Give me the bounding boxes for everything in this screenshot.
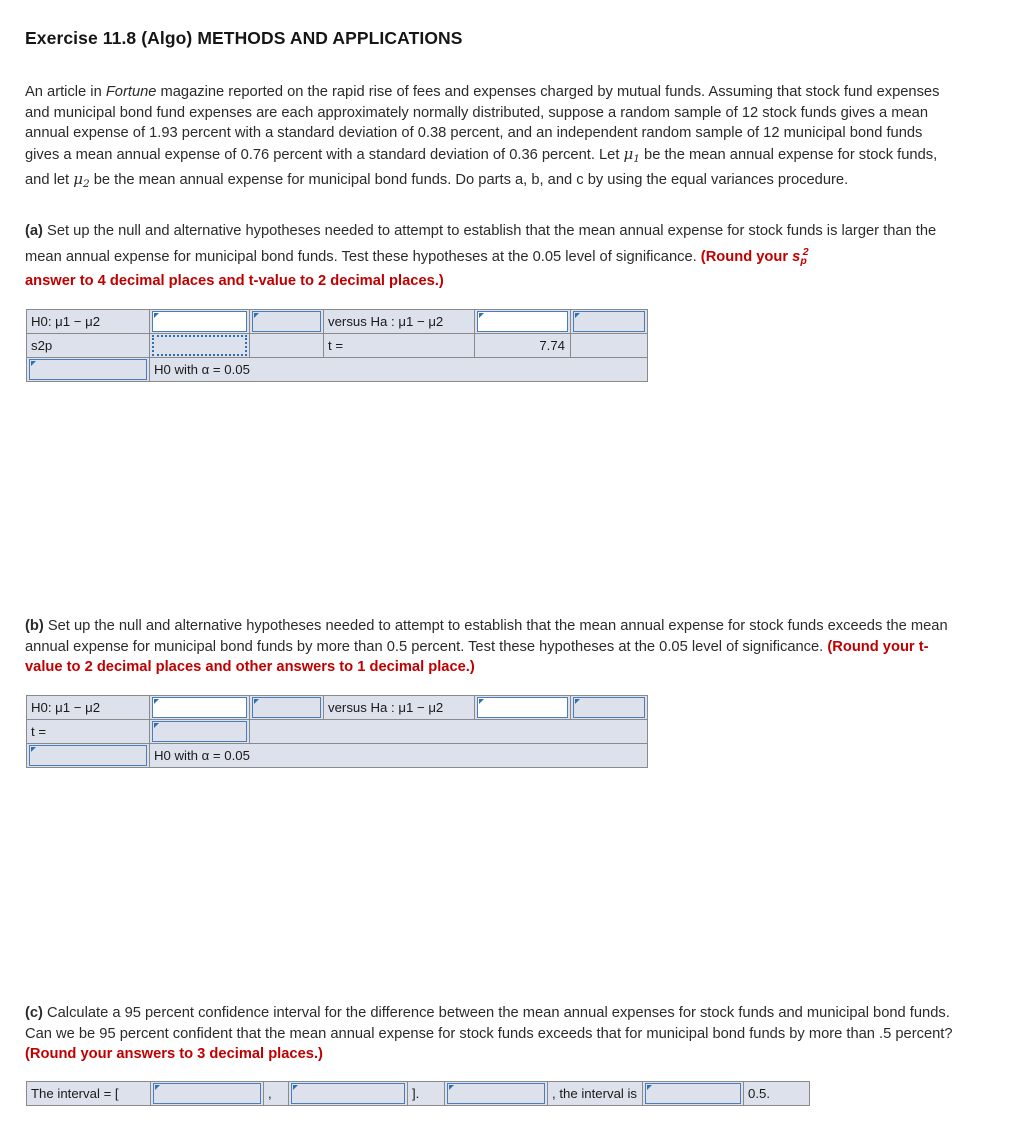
part-a-s2p-label: s2p — [26, 333, 150, 358]
flag-marker-icon — [31, 747, 36, 752]
flag-marker-icon — [154, 313, 159, 318]
table-row: The interval = [ , ]. , the interval is … — [26, 1081, 810, 1106]
part-b-ha-operator-input[interactable] — [477, 697, 568, 718]
part-a-round-note-close: answer to 4 decimal places and t-value t… — [25, 272, 444, 289]
table-row: H0 with α = 0.05 — [26, 357, 648, 382]
part-b-label: (b) — [25, 618, 44, 634]
s-p-squared-symbol: sp2 — [792, 245, 809, 267]
part-a-ha-operator-input[interactable] — [477, 311, 568, 332]
flag-marker-icon — [31, 361, 36, 366]
part-a-h0-value-select[interactable] — [252, 311, 321, 332]
part-a-ha-operator-cell — [474, 309, 571, 334]
flag-marker-icon — [647, 1085, 652, 1090]
part-c-round-note: (Round your answers to 3 decimal places.… — [25, 1046, 323, 1062]
part-b-t-input-cell — [149, 719, 250, 744]
part-c-confidence-select[interactable] — [447, 1083, 545, 1104]
part-b-ha-value-cell — [570, 695, 648, 720]
part-b-decision-cell — [26, 743, 150, 768]
intro-paragraph: An article in Fortune magazine reported … — [25, 82, 960, 194]
part-c-lower-bound-input[interactable] — [153, 1083, 261, 1104]
part-c-comparison-select[interactable] — [645, 1083, 741, 1104]
part-b-answer-table: H0: μ1 − μ2 versus Ha : μ1 − μ2 t = H0 w… — [26, 695, 648, 768]
part-b-h0-operator-input[interactable] — [152, 697, 247, 718]
intro-magazine-name: Fortune — [105, 84, 157, 100]
flag-marker-icon — [449, 1085, 454, 1090]
part-c-label: (c) — [25, 1005, 43, 1021]
mu-one-symbol: μ — [623, 144, 634, 163]
part-a-row2-trailing — [570, 333, 648, 358]
part-b-alpha-label: H0 with α = 0.05 — [149, 743, 648, 768]
table-row: s2p t = 7.74 — [26, 333, 648, 358]
part-b-text: Set up the null and alternative hypothes… — [25, 618, 948, 655]
part-a-s2p-input[interactable] — [152, 335, 247, 356]
part-a-t-value: 7.74 — [474, 333, 571, 358]
flag-marker-icon — [479, 699, 484, 704]
part-b-h0-operator-cell — [149, 695, 250, 720]
part-c-upper-bound-cell — [288, 1081, 408, 1106]
flag-marker-icon — [575, 699, 580, 704]
part-c-comparison-cell — [642, 1081, 744, 1106]
flag-marker-icon — [575, 313, 580, 318]
part-b-prompt: (b) Set up the null and alternative hypo… — [25, 616, 960, 678]
part-c-middle-label: , the interval is — [547, 1081, 643, 1106]
part-c-lower-bound-cell — [150, 1081, 264, 1106]
part-a-ha-label: versus Ha : μ1 − μ2 — [323, 309, 475, 334]
part-c-upper-bound-input[interactable] — [291, 1083, 405, 1104]
flag-marker-icon — [155, 1085, 160, 1090]
part-a-prompt: (a) Set up the null and alternative hypo… — [25, 221, 960, 291]
part-a-answer-table: H0: μ1 − μ2 versus Ha : μ1 − μ2 s2p t = … — [26, 309, 648, 382]
flag-marker-icon — [254, 699, 259, 704]
flag-marker-icon — [154, 723, 159, 728]
part-a-round-note-open: (Round your — [700, 248, 793, 265]
table-row: t = — [26, 719, 648, 744]
flag-marker-icon — [154, 699, 159, 704]
part-a-h0-value-cell — [249, 309, 324, 334]
part-b-h0-value-cell — [249, 695, 324, 720]
exercise-page: Exercise 11.8 (Algo) METHODS AND APPLICA… — [0, 0, 1022, 1126]
flag-marker-icon — [479, 313, 484, 318]
part-a-s2p-input-cell — [149, 333, 250, 358]
part-c-bracket-close-label: ]. — [407, 1081, 445, 1106]
part-a-decision-select[interactable] — [29, 359, 147, 380]
part-c-end-label: 0.5. — [743, 1081, 810, 1106]
table-row: H0 with α = 0.05 — [26, 743, 648, 768]
page-title: Exercise 11.8 (Algo) METHODS AND APPLICA… — [25, 28, 463, 48]
mu-one-subscript: 1 — [633, 152, 640, 165]
mu-two-symbol: μ — [73, 169, 83, 188]
part-a-h0-operator-cell — [149, 309, 250, 334]
part-b-t-label: t = — [26, 719, 150, 744]
part-a-row2-filler — [249, 333, 324, 358]
table-row: H0: μ1 − μ2 versus Ha : μ1 − μ2 — [26, 309, 648, 334]
part-a-h0-operator-input[interactable] — [152, 311, 247, 332]
part-a-ha-value-select[interactable] — [573, 311, 645, 332]
part-b-t-input[interactable] — [152, 721, 247, 742]
intro-text-4: be the mean annual expense for municipal… — [89, 171, 849, 188]
part-b-ha-value-select[interactable] — [573, 697, 645, 718]
part-c-confidence-cell — [444, 1081, 548, 1106]
part-b-decision-select[interactable] — [29, 745, 147, 766]
part-b-ha-operator-cell — [474, 695, 571, 720]
intro-text-1: An article in — [25, 84, 106, 100]
part-c-text: Calculate a 95 percent confidence interv… — [25, 1005, 953, 1042]
part-b-ha-label: versus Ha : μ1 − μ2 — [323, 695, 475, 720]
part-a-decision-cell — [26, 357, 150, 382]
part-a-label: (a) — [25, 223, 43, 239]
mu-two-subscript: 2 — [82, 177, 90, 190]
part-c-interval-open-label: The interval = [ — [26, 1081, 151, 1106]
flag-marker-icon — [254, 313, 259, 318]
part-b-h0-label: H0: μ1 − μ2 — [26, 695, 150, 720]
part-c-prompt: (c) Calculate a 95 percent confidence in… — [25, 1003, 960, 1065]
part-c-answer-table: The interval = [ , ]. , the interval is … — [26, 1081, 810, 1106]
part-b-h0-value-select[interactable] — [252, 697, 321, 718]
part-b-row2-filler — [249, 719, 648, 744]
part-a-t-label: t = — [323, 333, 475, 358]
part-a-alpha-label: H0 with α = 0.05 — [149, 357, 648, 382]
table-row: H0: μ1 − μ2 versus Ha : μ1 − μ2 — [26, 695, 648, 720]
part-c-comma-label: , — [263, 1081, 289, 1106]
part-a-h0-label: H0: μ1 − μ2 — [26, 309, 150, 334]
flag-marker-icon — [293, 1085, 298, 1090]
part-a-ha-value-cell — [570, 309, 648, 334]
